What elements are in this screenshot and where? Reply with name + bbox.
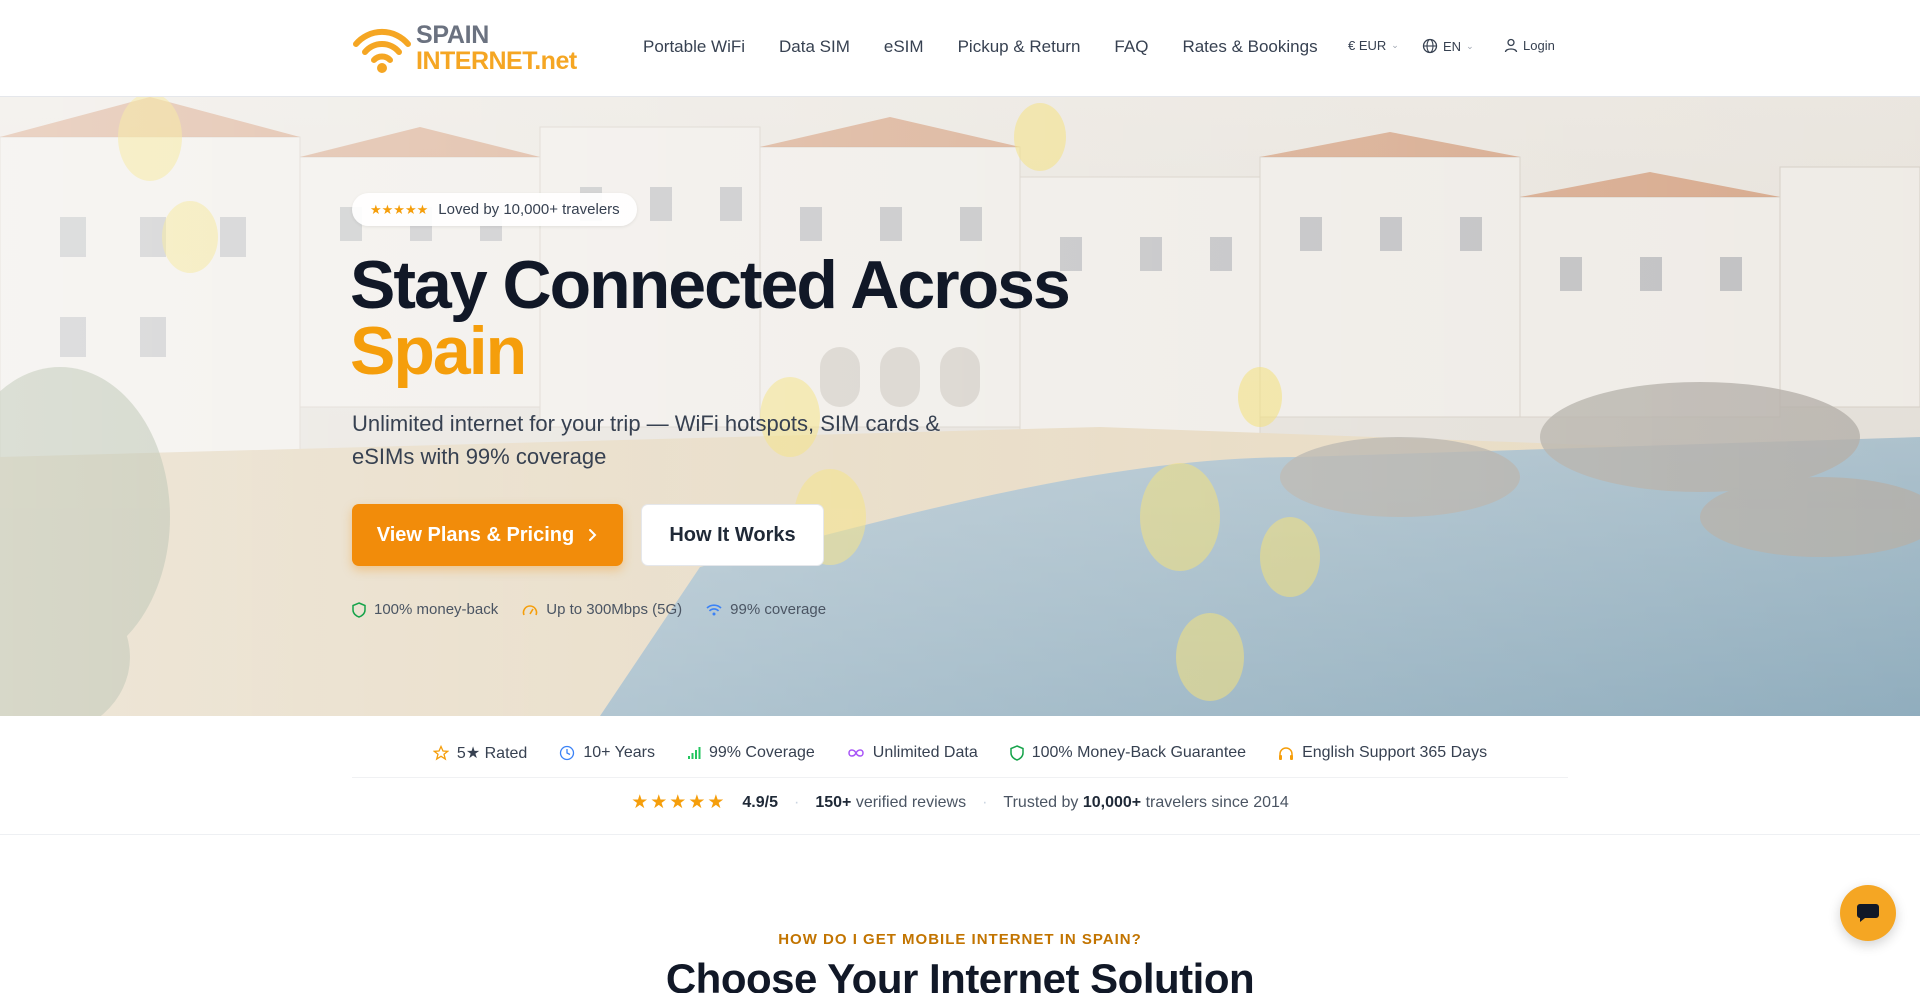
trusted-summary: Trusted by 10,000+ travelers since 2014	[1003, 794, 1288, 812]
trust-coverage: 99% Coverage	[687, 743, 815, 763]
section-title: Choose Your Internet Solution	[665, 955, 1255, 993]
section-eyebrow: HOW DO I GET MOBILE INTERNET IN SPAIN?	[778, 931, 1142, 948]
trust-highlights: 5★ Rated 10+ Years 99% Coverage Unlimite…	[0, 743, 1920, 763]
logo-line1: SPAIN	[416, 21, 490, 49]
headset-icon	[1279, 746, 1294, 760]
chat-bubble-icon	[1857, 904, 1879, 922]
gauge-icon	[522, 604, 538, 615]
login-link[interactable]: Login	[1504, 38, 1555, 53]
trust-unlimited: Unlimited Data	[847, 743, 978, 763]
hero-title: Stay Connected Across Spain	[350, 251, 1071, 389]
feature-label: Up to 300Mbps (5G)	[546, 601, 683, 618]
trust-guarantee: 100% Money-Back Guarantee	[1009, 743, 1247, 763]
shield-icon	[1009, 745, 1024, 761]
view-plans-button[interactable]: View Plans & Pricing	[352, 504, 623, 566]
feature-coverage: 99% coverage	[706, 601, 826, 618]
nav-esim[interactable]: eSIM	[884, 37, 924, 57]
rating-summary: ★★★★★ 4.9/5 · 150+ verified reviews · Tr…	[0, 791, 1920, 814]
nav-faq[interactable]: FAQ	[1114, 37, 1148, 57]
chevron-down-icon: ⌄	[1466, 40, 1474, 51]
feature-speed: Up to 300Mbps (5G)	[522, 601, 682, 618]
trust-bar: 5★ Rated 10+ Years 99% Coverage Unlimite…	[0, 716, 1920, 835]
infinity-icon	[848, 749, 864, 757]
wifi-icon	[706, 604, 722, 616]
signal-bars-icon	[687, 747, 701, 759]
nav-rates-bookings[interactable]: Rates & Bookings	[1182, 37, 1317, 57]
trust-label: 99% Coverage	[708, 744, 815, 761]
star-icon	[432, 745, 449, 761]
globe-icon	[1422, 38, 1438, 54]
reviews-summary: 150+ verified reviews	[815, 794, 966, 812]
trust-label: English Support 365 Days	[1302, 744, 1488, 761]
currency-label: € EUR	[1348, 38, 1387, 53]
trusted-count: 10,000+	[1082, 793, 1142, 811]
rating-value: 4.9/5	[742, 793, 778, 811]
hero-subtitle: Unlimited internet for your trip — WiFi …	[352, 411, 941, 469]
separator-dot: ·	[982, 793, 988, 811]
nav-data-sim[interactable]: Data SIM	[779, 37, 850, 57]
hero-title-accent: Spain	[350, 313, 527, 389]
trusted-prefix: Trusted by	[1003, 793, 1079, 811]
reviews-label: verified reviews	[855, 793, 967, 811]
hero-features: 100% money-back Up to 300Mbps (5G) 99% c…	[352, 601, 826, 618]
trust-label: Unlimited Data	[872, 744, 978, 761]
divider	[352, 777, 1568, 778]
badge-stars: ★★★★★	[370, 201, 429, 217]
logo-text: SPAIN INTERNET.net	[416, 22, 577, 74]
trust-label: 5★ Rated	[456, 745, 528, 762]
trust-label: 10+ Years	[583, 744, 655, 761]
trust-rated: 5★ Rated	[432, 743, 528, 763]
reviews-count: 150+	[815, 793, 852, 811]
logo-line2: INTERNET.net	[416, 47, 577, 75]
hero-title-line1: Stay Connected Across	[350, 247, 1071, 323]
nav-portable-wifi[interactable]: Portable WiFi	[643, 37, 745, 57]
feature-money-back: 100% money-back	[352, 601, 498, 618]
language-label: EN	[1443, 38, 1462, 54]
main-nav: Portable WiFi Data SIM eSIM Pickup & Ret…	[643, 37, 1352, 57]
trusted-suffix: travelers since 2014	[1145, 793, 1289, 811]
chevron-down-icon: ⌄	[1391, 40, 1399, 50]
currency-selector[interactable]: € EUR ⌄	[1348, 38, 1399, 53]
wifi-logo-icon	[353, 28, 411, 73]
chevron-right-icon	[589, 529, 597, 541]
site-header: SPAIN INTERNET.net Portable WiFi Data SI…	[0, 0, 1920, 97]
feature-label: 100% money-back	[374, 601, 499, 618]
separator-dot: ·	[793, 793, 800, 811]
clock-icon	[560, 745, 575, 761]
site-logo[interactable]: SPAIN INTERNET.net	[352, 20, 577, 76]
chat-button[interactable]	[1840, 885, 1896, 941]
trust-support: English Support 365 Days	[1278, 743, 1487, 763]
hero-section: ★★★★★ Loved by 10,000+ travelers Stay Co…	[0, 97, 1920, 716]
login-label: Login	[1523, 38, 1555, 53]
nav-pickup-return[interactable]: Pickup & Return	[958, 37, 1081, 57]
trust-years: 10+ Years	[559, 743, 655, 763]
user-icon	[1504, 38, 1518, 53]
language-selector[interactable]: EN ⌄	[1422, 38, 1474, 54]
feature-label: 99% coverage	[730, 601, 827, 618]
rating-stars: ★★★★★	[631, 792, 727, 813]
badge-text: Loved by 10,000+ travelers	[438, 201, 620, 218]
how-it-works-button[interactable]: How It Works	[641, 504, 824, 566]
shield-icon	[352, 601, 366, 618]
trust-label: 100% Money-Back Guarantee	[1031, 744, 1247, 761]
social-proof-badge: ★★★★★ Loved by 10,000+ travelers	[352, 193, 637, 226]
view-plans-label: View Plans & Pricing	[376, 523, 575, 546]
